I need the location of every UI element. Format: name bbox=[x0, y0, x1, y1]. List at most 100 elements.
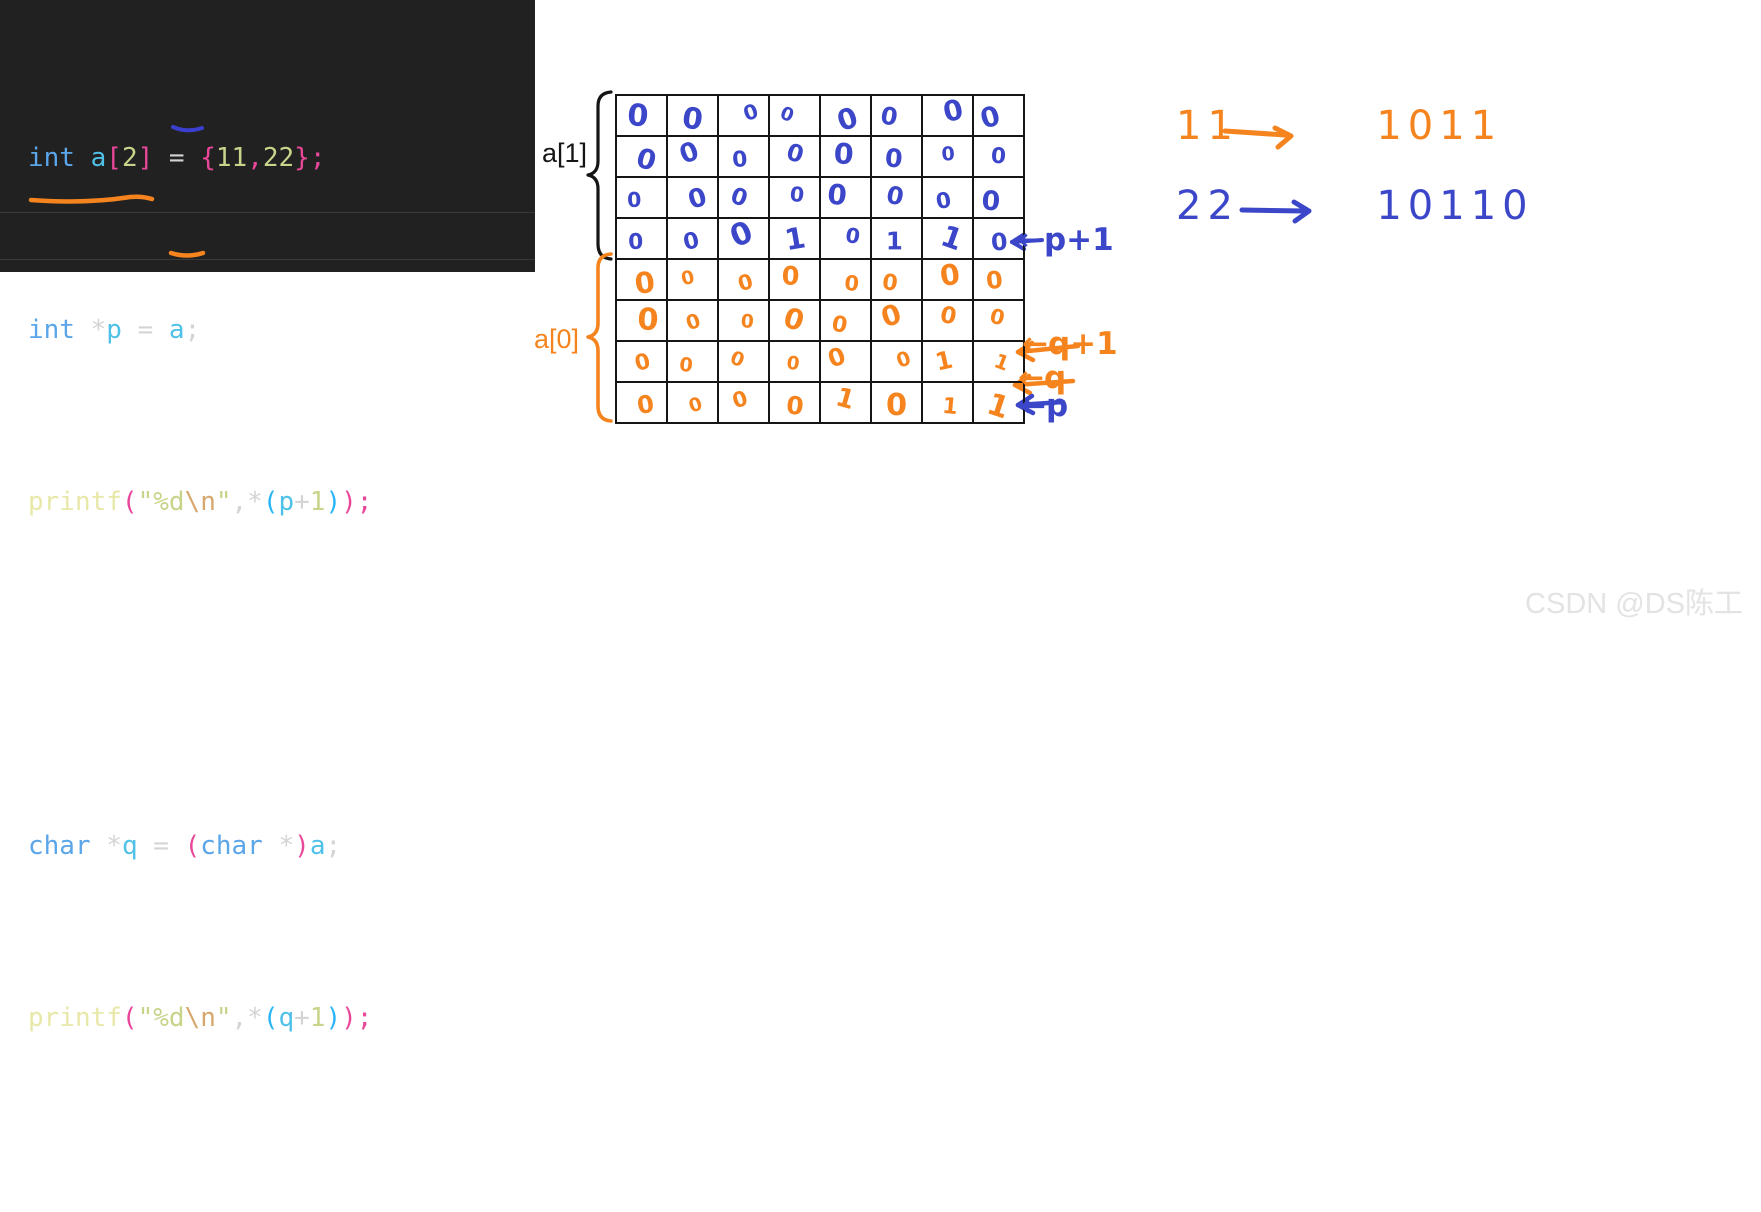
bit-value: 1 bbox=[832, 382, 859, 416]
bit-cell: 0 bbox=[870, 176, 923, 219]
bit-value: 0 bbox=[789, 182, 806, 208]
bit-cell: 0 bbox=[819, 217, 872, 260]
bit-cell: 0 bbox=[717, 299, 770, 342]
bit-cell: 0 bbox=[870, 298, 923, 342]
bit-row-a1-2: 00000000 bbox=[615, 176, 1025, 219]
note-22-decimal: 22 bbox=[1176, 183, 1239, 229]
bit-value: 0 bbox=[878, 101, 901, 132]
bit-cell: 0 bbox=[666, 258, 719, 301]
code-line-separator-bottom bbox=[0, 259, 535, 260]
bit-cell: 0 bbox=[666, 299, 719, 342]
bit-cell: 0 bbox=[972, 217, 1025, 260]
bit-value: 0 bbox=[626, 97, 651, 134]
code-line-6: printf("%d\n",*(q+1)); bbox=[28, 1003, 373, 1033]
bit-value: 0 bbox=[833, 101, 863, 139]
bit-value: 0 bbox=[830, 310, 850, 339]
bit-cell: 0 bbox=[666, 340, 719, 383]
bit-value: 0 bbox=[685, 181, 711, 216]
bit-grid-table: 0000000000000000000000000001011000000000… bbox=[615, 94, 1025, 426]
memory-grid: 0000000000000000000000000001011000000000… bbox=[615, 94, 1025, 426]
bit-cell: 0 bbox=[921, 299, 974, 342]
bit-cell: 0 bbox=[615, 258, 668, 301]
bit-cell: 0 bbox=[819, 135, 872, 178]
bit-value: 0 bbox=[635, 390, 657, 420]
bit-value: 1 bbox=[886, 227, 904, 256]
brace-a0 bbox=[586, 252, 613, 423]
code-line-5: char *q = (char *)a; bbox=[28, 831, 342, 861]
code-editor-panel[interactable]: int a[2] = {11,22}; int *p = a; printf("… bbox=[0, 0, 535, 1033]
bit-value: 0 bbox=[844, 223, 863, 249]
note-22-binary: 10110 bbox=[1376, 183, 1534, 229]
bit-value: 0 bbox=[676, 135, 704, 171]
pointer-label-q-plus-1: ←q+1 bbox=[1022, 326, 1118, 362]
bit-cell: 0 bbox=[921, 135, 974, 178]
bit-value: 0 bbox=[833, 137, 855, 172]
bit-value: 0 bbox=[881, 269, 900, 297]
bit-value: 0 bbox=[825, 342, 850, 374]
bit-value: 0 bbox=[783, 138, 808, 169]
bit-value: 0 bbox=[632, 348, 654, 377]
bit-cell: 0 bbox=[819, 299, 872, 342]
bit-cell: 0 bbox=[972, 258, 1025, 301]
bit-cell: 0 bbox=[819, 94, 872, 139]
bit-value: 0 bbox=[878, 298, 906, 334]
bit-value: 0 bbox=[627, 188, 643, 213]
bit-cell: 0 bbox=[870, 135, 923, 178]
bit-cell: 0 bbox=[615, 381, 668, 424]
bit-value: 0 bbox=[843, 271, 861, 297]
code-line-4-blank bbox=[28, 653, 535, 696]
bit-value: 0 bbox=[884, 143, 905, 174]
bit-cell: 0 bbox=[615, 217, 668, 260]
bit-cell: 0 bbox=[870, 340, 923, 383]
bit-row-a1-3: 00010110 bbox=[615, 214, 1025, 260]
label-a0: a[0] bbox=[534, 324, 580, 354]
identifier-a-2: a bbox=[168, 315, 185, 345]
bit-value: 1 bbox=[983, 386, 1014, 426]
bit-cell: 0 bbox=[717, 381, 770, 424]
function-printf: printf bbox=[28, 487, 122, 517]
bit-value: 1 bbox=[933, 345, 956, 377]
bit-cell: 1 bbox=[921, 217, 974, 260]
bit-value: 0 bbox=[678, 353, 695, 377]
bit-row-a0-2: 00000011 bbox=[615, 340, 1025, 383]
bit-value: 0 bbox=[628, 229, 645, 255]
bit-value: 0 bbox=[740, 310, 756, 333]
bit-cell: 1 bbox=[921, 340, 974, 383]
code-line-1: int a[2] = {11,22}; bbox=[28, 143, 326, 173]
bit-cell: 0 bbox=[819, 258, 872, 301]
bit-cell: 0 bbox=[768, 176, 821, 219]
bit-row-a0-3: 00001011 bbox=[615, 381, 1025, 426]
bit-cell: 0 bbox=[615, 340, 668, 383]
bit-value: 0 bbox=[779, 301, 809, 339]
bit-cell: 0 bbox=[666, 94, 719, 137]
bit-cell: 0 bbox=[819, 340, 872, 383]
keyword-int: int bbox=[28, 143, 75, 173]
code-line-separator-top bbox=[0, 212, 535, 213]
bit-value: 0 bbox=[725, 214, 759, 255]
bit-cell: 0 bbox=[717, 94, 770, 137]
bit-value: 0 bbox=[735, 269, 757, 297]
bit-cell: 1 bbox=[819, 381, 872, 424]
bit-value: 1 bbox=[782, 221, 809, 258]
bit-cell: 0 bbox=[870, 94, 923, 137]
bit-cell: 0 bbox=[921, 94, 974, 137]
bit-value: 0 bbox=[777, 102, 798, 127]
bit-cell: 1 bbox=[921, 381, 974, 424]
bit-cell: 0 bbox=[870, 258, 923, 301]
bit-value: 0 bbox=[637, 302, 660, 338]
bit-cell: 0 bbox=[615, 94, 668, 137]
bit-cell: 0 bbox=[972, 176, 1025, 219]
bit-cell: 1 bbox=[870, 217, 923, 260]
number-22: 22 bbox=[262, 143, 295, 173]
bit-cell: 0 bbox=[615, 299, 668, 342]
bit-value: 0 bbox=[785, 391, 806, 421]
bit-cell: 0 bbox=[717, 214, 770, 260]
bit-value: 0 bbox=[894, 346, 915, 373]
bit-value: 1 bbox=[941, 393, 960, 420]
bit-cell: 0 bbox=[768, 258, 821, 301]
bit-value: 0 bbox=[681, 227, 703, 256]
bit-value: 0 bbox=[633, 142, 661, 178]
bit-value: 0 bbox=[886, 388, 908, 423]
function-printf-2: printf bbox=[28, 1003, 122, 1033]
bit-cell: 1 bbox=[768, 217, 821, 260]
